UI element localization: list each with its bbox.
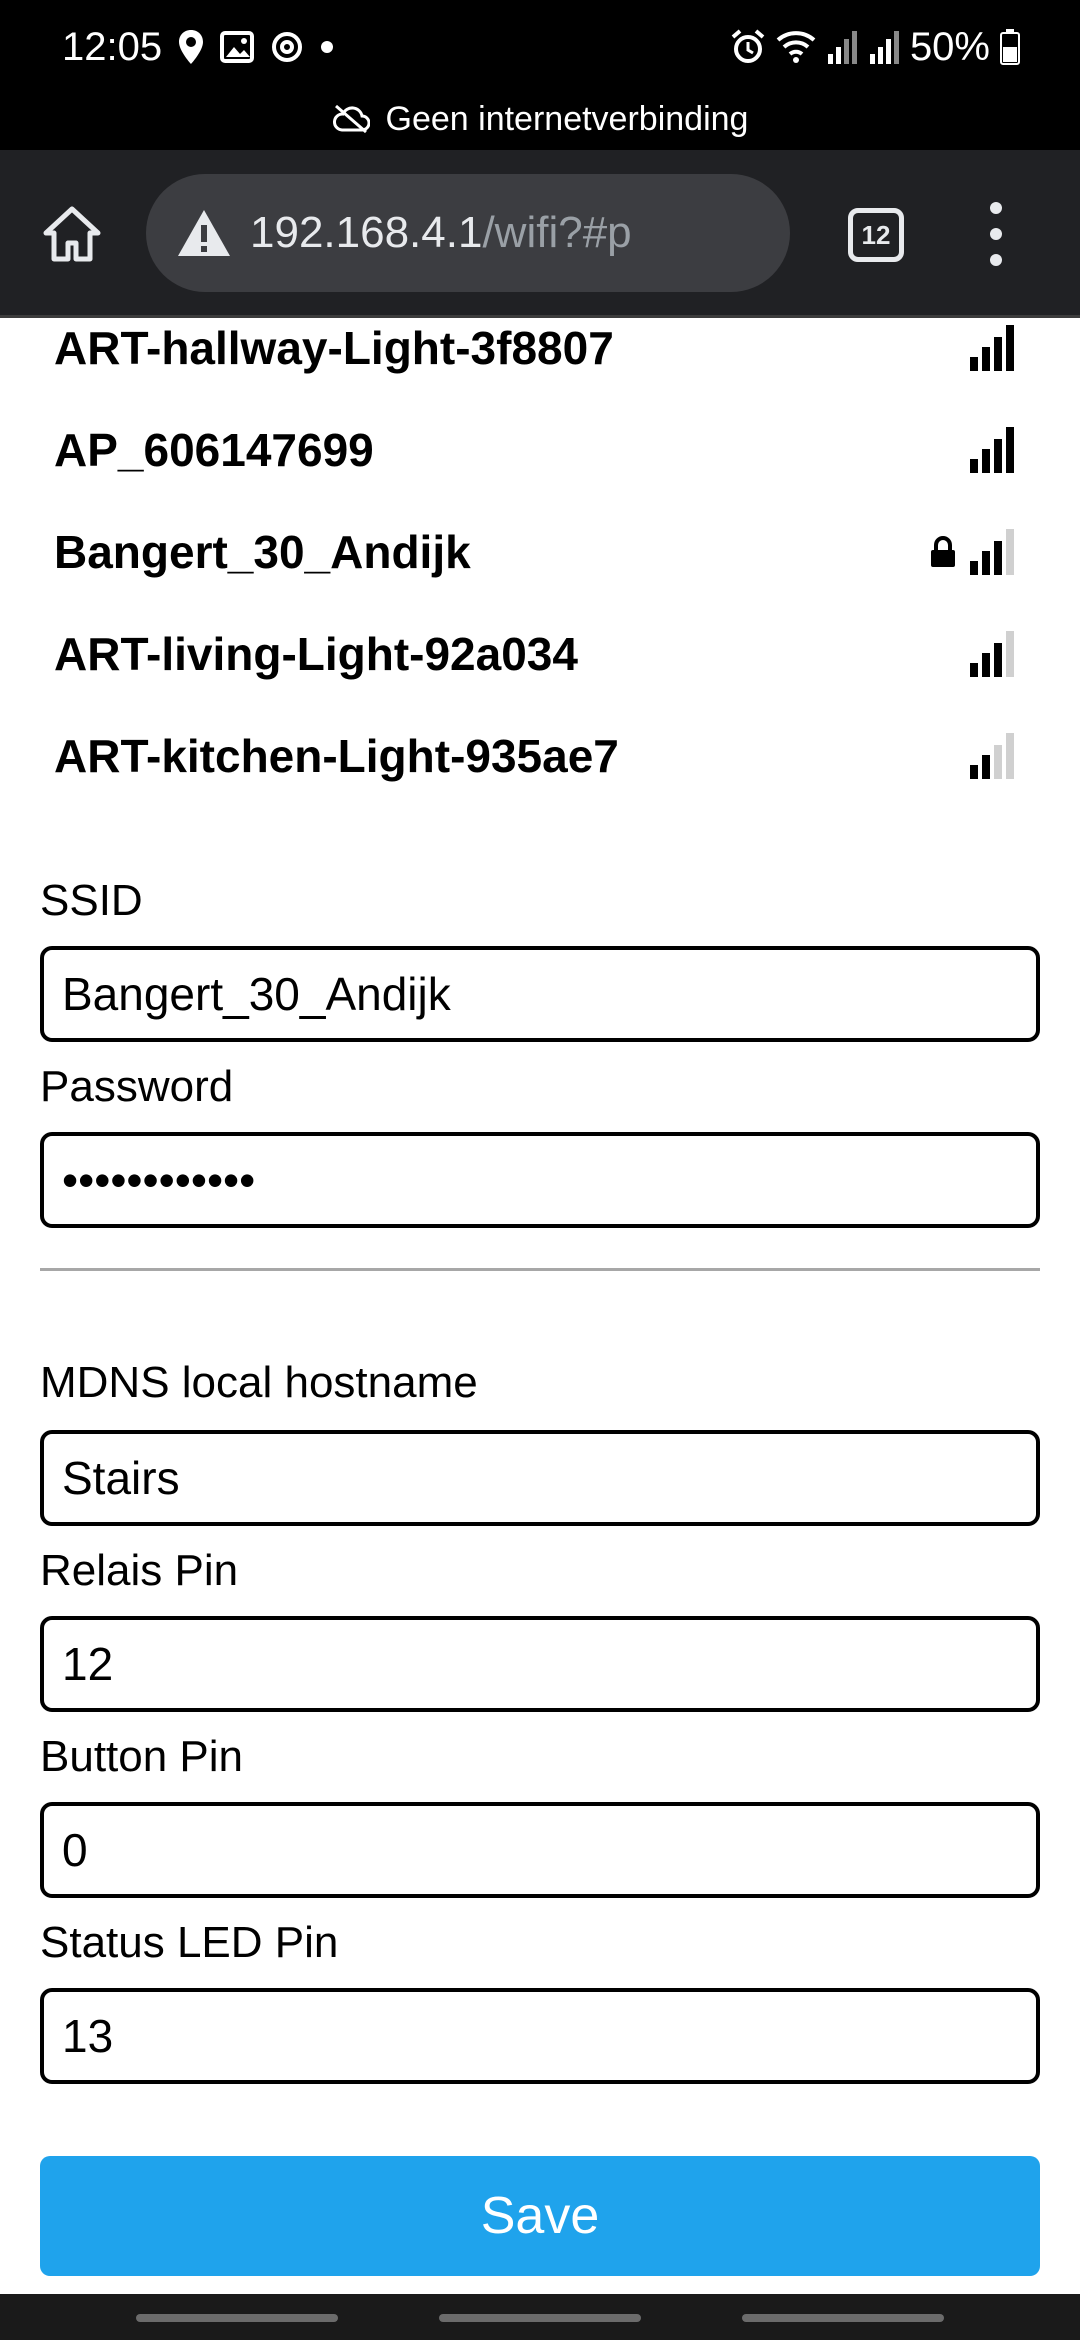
form-divider bbox=[40, 1268, 1040, 1271]
network-item[interactable]: Bangert_30_Andijk bbox=[54, 512, 1014, 592]
sync-icon bbox=[272, 32, 302, 62]
network-icons bbox=[930, 529, 1014, 575]
network-item[interactable]: ART-kitchen-Light-935ae7 bbox=[54, 716, 1014, 796]
signal-strength-icon bbox=[970, 733, 1014, 779]
no-connection-banner: Geen internetverbinding bbox=[0, 96, 1080, 142]
ssid-label: SSID bbox=[40, 876, 143, 925]
network-item[interactable]: ART-living-Light-92a034 bbox=[54, 614, 1014, 694]
menu-dot bbox=[990, 228, 1002, 240]
status-left-icons bbox=[178, 24, 334, 70]
tabs-button[interactable]: 12 bbox=[848, 208, 904, 262]
network-icons bbox=[970, 631, 1014, 677]
save-button[interactable]: Save bbox=[40, 2156, 1040, 2276]
nav-home-button[interactable] bbox=[439, 2314, 641, 2322]
system-nav-bar bbox=[0, 2294, 1080, 2340]
alarm-icon bbox=[731, 29, 765, 63]
network-icons bbox=[970, 325, 1014, 371]
nav-back-button[interactable] bbox=[742, 2314, 944, 2322]
menu-dot bbox=[990, 202, 1002, 214]
gallery-icon bbox=[220, 31, 254, 63]
signal-strength-icon bbox=[970, 325, 1014, 371]
home-button[interactable] bbox=[40, 202, 104, 266]
url-bar[interactable]: 192.168.4.1/wifi?#p bbox=[146, 174, 790, 292]
more-vert-icon[interactable] bbox=[976, 194, 1016, 274]
menu-dot bbox=[990, 254, 1002, 266]
button-pin-label: Button Pin bbox=[40, 1732, 244, 1781]
url-path: /wifi?#p bbox=[482, 208, 632, 257]
network-item[interactable]: AP_606147699 bbox=[54, 410, 1014, 490]
network-name[interactable]: Bangert_30_Andijk bbox=[54, 525, 930, 579]
password-input[interactable] bbox=[40, 1132, 1040, 1228]
network-icons bbox=[970, 427, 1014, 473]
url-text[interactable]: 192.168.4.1/wifi?#p bbox=[250, 208, 632, 258]
battery-icon bbox=[1000, 29, 1020, 65]
network-item[interactable]: ART-hallway-Light-3f8807 bbox=[54, 308, 1014, 388]
lock-icon bbox=[931, 536, 955, 567]
relais-pin-input[interactable] bbox=[40, 1616, 1040, 1712]
network-name[interactable]: ART-living-Light-92a034 bbox=[54, 627, 970, 681]
no-connection-text: Geen internetverbinding bbox=[385, 99, 749, 138]
signal-strength-icon bbox=[970, 427, 1014, 473]
url-host: 192.168.4.1 bbox=[250, 208, 483, 257]
network-name[interactable]: ART-kitchen-Light-935ae7 bbox=[54, 729, 970, 783]
signal-strength-icon bbox=[970, 631, 1014, 677]
dot-icon bbox=[321, 41, 333, 53]
battery-percentage: 50% bbox=[909, 25, 990, 69]
warning-icon[interactable] bbox=[176, 208, 232, 258]
status-right-icons: 50% bbox=[730, 24, 1020, 70]
wifi-icon bbox=[776, 31, 816, 63]
signal-strength-icon bbox=[970, 529, 1014, 575]
tabs-count: 12 bbox=[861, 219, 891, 250]
status-led-pin-label: Status LED Pin bbox=[40, 1918, 339, 1967]
status-bar: 12:05 50% Geen internetverbinding bbox=[0, 0, 1080, 150]
ssid-input[interactable] bbox=[40, 946, 1040, 1042]
cloud-off-icon bbox=[332, 104, 370, 134]
password-label: Password bbox=[40, 1062, 234, 1111]
nav-recents-button[interactable] bbox=[136, 2314, 338, 2322]
home-icon bbox=[43, 206, 101, 262]
mdns-hostname-label: MDNS local hostname bbox=[40, 1358, 478, 1407]
browser-toolbar: 192.168.4.1/wifi?#p 12 bbox=[0, 150, 1080, 318]
status-led-pin-input[interactable] bbox=[40, 1988, 1040, 2084]
network-name[interactable]: AP_606147699 bbox=[54, 423, 970, 477]
network-name[interactable]: ART-hallway-Light-3f8807 bbox=[54, 321, 970, 375]
mdns-hostname-input[interactable] bbox=[40, 1430, 1040, 1526]
status-time: 12:05 bbox=[62, 25, 163, 69]
relais-pin-label: Relais Pin bbox=[40, 1546, 239, 1595]
signal-icon bbox=[869, 31, 899, 64]
location-icon bbox=[179, 30, 203, 64]
network-icons bbox=[970, 733, 1014, 779]
signal-icon bbox=[827, 31, 857, 64]
button-pin-input[interactable] bbox=[40, 1802, 1040, 1898]
